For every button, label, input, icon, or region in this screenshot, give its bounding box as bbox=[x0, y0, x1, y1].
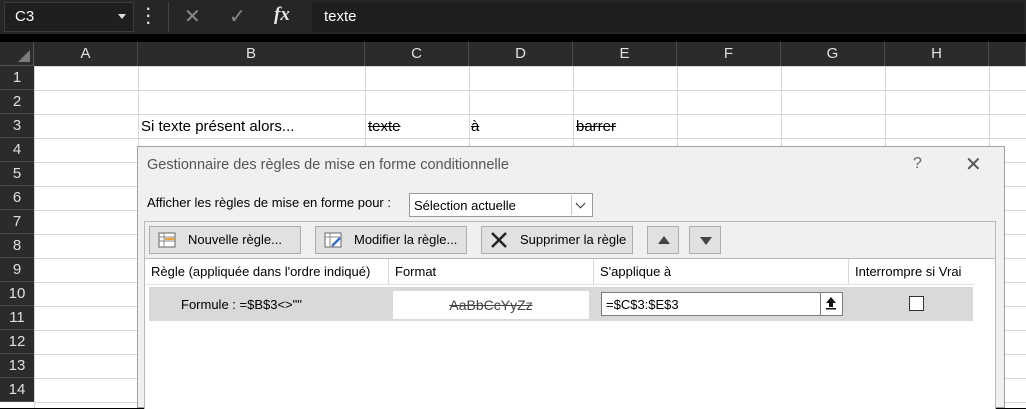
column-header-f[interactable]: F bbox=[677, 42, 781, 66]
rules-list: Règle (appliquée dans l'ordre indiqué) F… bbox=[144, 258, 996, 409]
cell-b3[interactable]: Si texte présent alors... bbox=[141, 118, 294, 135]
row-header-14[interactable]: 14 bbox=[0, 378, 34, 402]
show-rules-value: Sélection actuelle bbox=[414, 198, 516, 213]
move-up-button[interactable] bbox=[647, 226, 679, 254]
select-all-icon bbox=[18, 50, 30, 62]
arrow-down-icon bbox=[700, 237, 712, 245]
divider bbox=[168, 2, 169, 32]
formula-input[interactable]: texte bbox=[312, 2, 1024, 32]
row-header-2[interactable]: 2 bbox=[0, 90, 34, 114]
cell-c3[interactable]: texte bbox=[368, 118, 401, 135]
name-box-value: C3 bbox=[15, 8, 35, 25]
cancel-icon[interactable]: ✕ bbox=[184, 4, 201, 29]
insert-function-icon[interactable]: fx bbox=[274, 4, 290, 26]
formula-bar: C3 · · · ✕ ✓ fx texte bbox=[0, 0, 1026, 34]
column-header-g[interactable]: G bbox=[781, 42, 885, 66]
enter-check-icon[interactable]: ✓ bbox=[229, 4, 246, 29]
edit-rule-icon bbox=[324, 232, 342, 248]
column-header-c[interactable]: C bbox=[365, 42, 469, 66]
select-all-corner[interactable] bbox=[0, 42, 34, 66]
row-header-10[interactable]: 10 bbox=[0, 282, 34, 306]
cell-e3[interactable]: barrer bbox=[576, 118, 616, 135]
more-options-icon[interactable]: · · · bbox=[146, 2, 151, 32]
dialog-title: Gestionnaire des règles de mise en forme… bbox=[147, 157, 509, 173]
row-header-5[interactable]: 5 bbox=[0, 162, 34, 186]
format-preview: AaBbCcYyZz bbox=[393, 291, 589, 319]
chevron-down-icon[interactable] bbox=[571, 195, 591, 215]
collapse-range-icon bbox=[826, 297, 836, 310]
show-rules-label: Afficher les règles de mise en forme pou… bbox=[147, 195, 391, 210]
row-header-9[interactable]: 9 bbox=[0, 258, 34, 282]
name-box[interactable]: C3 bbox=[4, 2, 134, 32]
applies-to-value: =$C$3:$E$3 bbox=[606, 297, 679, 312]
chevron-down-icon[interactable] bbox=[118, 14, 126, 19]
column-header-rule: Règle (appliquée dans l'ordre indiqué) bbox=[145, 259, 389, 285]
edit-rule-label: Modifier la règle... bbox=[354, 232, 458, 247]
arrow-up-icon bbox=[658, 236, 670, 244]
column-header-i[interactable] bbox=[989, 42, 1026, 66]
column-header-e[interactable]: E bbox=[573, 42, 677, 66]
column-header-d[interactable]: D bbox=[469, 42, 573, 66]
stop-if-true-checkbox[interactable] bbox=[909, 296, 924, 311]
row-header-7[interactable]: 7 bbox=[0, 210, 34, 234]
new-rule-icon bbox=[158, 232, 176, 248]
row-header-4[interactable]: 4 bbox=[0, 138, 34, 162]
rules-toolbar: Nouvelle règle... Modifier la règle... S… bbox=[144, 221, 996, 259]
row-header-3[interactable]: 3 bbox=[0, 114, 34, 138]
new-rule-label: Nouvelle règle... bbox=[188, 232, 282, 247]
row-header-13[interactable]: 13 bbox=[0, 354, 34, 378]
range-picker-button[interactable] bbox=[820, 293, 842, 315]
column-header-a[interactable]: A bbox=[34, 42, 138, 66]
column-header-h[interactable]: H bbox=[885, 42, 989, 66]
show-rules-select[interactable]: Sélection actuelle bbox=[409, 193, 593, 217]
new-rule-button[interactable]: Nouvelle règle... bbox=[149, 226, 301, 254]
rule-formula: Formule : =$B$3<>"" bbox=[181, 297, 302, 312]
row-header-11[interactable]: 11 bbox=[0, 306, 34, 330]
conditional-formatting-dialog: Gestionnaire des règles de mise en forme… bbox=[137, 146, 1005, 409]
close-icon[interactable]: ✕ bbox=[965, 152, 982, 177]
move-down-button[interactable] bbox=[689, 226, 721, 254]
cell-d3[interactable]: à bbox=[471, 118, 479, 135]
row-header-1[interactable]: 1 bbox=[0, 66, 34, 90]
row-header-6[interactable]: 6 bbox=[0, 186, 34, 210]
column-header-format: Format bbox=[389, 259, 594, 285]
column-header-applies-to: S'applique à bbox=[594, 259, 849, 285]
delete-icon bbox=[491, 232, 507, 248]
row-header-12[interactable]: 12 bbox=[0, 330, 34, 354]
applies-to-field[interactable]: =$C$3:$E$3 bbox=[601, 292, 843, 316]
column-header-b[interactable]: B bbox=[138, 42, 365, 66]
delete-rule-button[interactable]: Supprimer la règle bbox=[481, 226, 633, 254]
row-header-8[interactable]: 8 bbox=[0, 234, 34, 258]
column-header-stop-if-true: Interrompre si Vrai bbox=[849, 259, 975, 285]
edit-rule-button[interactable]: Modifier la règle... bbox=[315, 226, 467, 254]
rule-row[interactable]: Formule : =$B$3<>"" AaBbCcYyZz =$C$3:$E$… bbox=[149, 287, 973, 321]
delete-rule-label: Supprimer la règle bbox=[520, 232, 627, 247]
help-icon[interactable]: ? bbox=[913, 155, 922, 173]
